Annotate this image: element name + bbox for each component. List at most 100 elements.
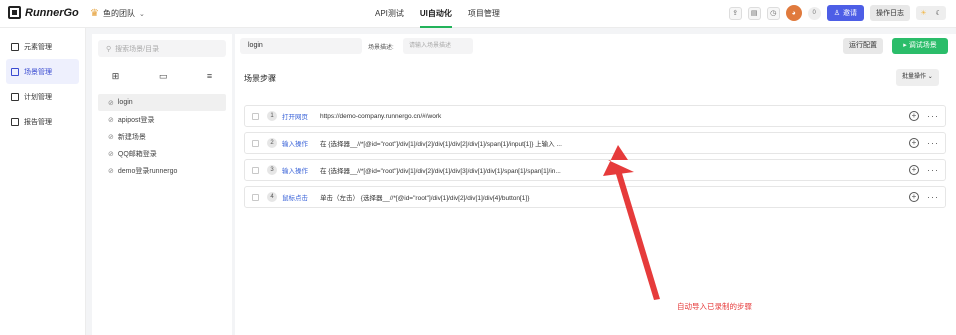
main-nav: API测试 UI自动化 项目管理 (375, 0, 500, 28)
search-icon: ⚲ (106, 45, 112, 53)
filter-icon[interactable]: ≡ (207, 71, 212, 82)
sidebar-item-scenes[interactable]: 场景管理 (6, 59, 79, 84)
play-icon: ▸ (903, 42, 907, 49)
tree-item-label: demo登录runnergo (117, 167, 178, 175)
grid-icon (11, 42, 19, 51)
add-folder-icon[interactable]: ▭ (159, 71, 168, 82)
scene-name-input[interactable]: login (240, 38, 362, 54)
operation-log-button[interactable]: 操作日志 (870, 5, 910, 21)
logo-text: RunnerGo (25, 6, 79, 19)
nav-ui-automation[interactable]: UI自动化 (419, 0, 452, 28)
table-row[interactable]: 4 鼠标点击 单击（左击） {选择器__//*[@id="root"]/div[… (244, 186, 946, 208)
sidebar-item-label: 元素管理 (24, 43, 52, 51)
more-icon[interactable]: ··· (927, 166, 939, 175)
header-actions: ⇪ ▤ ◷ ◕ 0 ♙ 邀请 操作日志 ☀ ☾ (728, 5, 946, 21)
link-icon: ⊘ (108, 116, 114, 124)
step-type[interactable]: 输入操作 (282, 165, 315, 175)
add-scene-icon[interactable]: ⊞ (112, 71, 120, 82)
sidebar: 元素管理 场景管理 计划管理 报告管理 (0, 28, 86, 335)
step-list: 1 打开网页 https://demo-company.runnergo.cn/… (244, 105, 946, 213)
table-row[interactable]: 1 打开网页 https://demo-company.runnergo.cn/… (244, 105, 946, 127)
list-item[interactable]: ⊘ demo登录runnergo (98, 162, 226, 179)
crown-icon: ♛ (90, 8, 99, 19)
logo[interactable]: RunnerGo (8, 6, 79, 19)
moon-icon[interactable]: ☾ (935, 9, 941, 17)
add-step-icon[interactable]: + (909, 165, 919, 175)
sidebar-item-label: 场景管理 (24, 68, 52, 76)
step-detail: https://demo-company.runnergo.cn/#/work (320, 112, 442, 120)
step-number: 3 (267, 165, 277, 175)
add-step-icon[interactable]: + (909, 111, 919, 121)
sidebar-item-label: 报告管理 (24, 118, 52, 126)
link-icon: ⊘ (108, 133, 114, 141)
step-actions: + ··· (909, 192, 939, 202)
link-icon: ⊘ (108, 167, 114, 175)
sidebar-item-reports[interactable]: 报告管理 (0, 109, 85, 134)
step-checkbox[interactable] (252, 166, 259, 174)
step-detail: 在 {选择器__//*[@id="root"]/div[1]/div[2]/di… (320, 141, 562, 148)
step-type[interactable]: 鼠标点击 (282, 192, 315, 202)
step-type[interactable]: 打开网页 (282, 111, 315, 121)
team-selector[interactable]: ♛ 鱼的团队 ⌄ (90, 8, 145, 19)
clock-icon[interactable]: ◷ (766, 6, 780, 20)
sidebar-item-plans[interactable]: 计划管理 (0, 84, 85, 109)
user-plus-icon: ♙ (833, 10, 840, 17)
step-checkbox[interactable] (252, 112, 259, 120)
more-icon[interactable]: ··· (927, 139, 939, 148)
step-number: 2 (267, 138, 277, 148)
more-icon[interactable]: ··· (927, 112, 939, 121)
description-input[interactable]: 请输入场景描述 (403, 38, 473, 54)
share-icon[interactable]: ⇪ (728, 6, 742, 20)
step-actions: + ··· (909, 138, 939, 148)
list-item[interactable]: ⊘ login (98, 94, 226, 111)
list-item[interactable]: ⊘ apipost登录 (98, 111, 226, 128)
table-row[interactable]: 3 输入操作 在 {选择器__//*[@id="root"]/div[1]/di… (244, 159, 946, 181)
run-config-button[interactable]: 运行配置 (843, 38, 883, 54)
team-name: 鱼的团队 (102, 9, 135, 18)
tree-item-label: QQ邮箱登录 (117, 150, 157, 158)
debug-label: 调试场景 (908, 42, 937, 49)
logo-icon (8, 6, 21, 19)
scene-tree: ⊘ login ⊘ apipost登录 ⊘ 新建场景 ⊘ QQ邮箱登录 ⊘ de… (92, 94, 232, 179)
count-badge: 0 (807, 6, 821, 20)
list-item[interactable]: ⊘ 新建场景 (98, 128, 226, 145)
section-title: 场景步骤 (244, 74, 276, 83)
step-detail: 单击（左击） {选择器__//*[@id="root"]/div[1]/div[… (320, 195, 530, 202)
search-placeholder: 搜索场景/目录 (115, 45, 160, 53)
nav-api-test[interactable]: API测试 (375, 0, 404, 28)
list-icon[interactable]: ▤ (747, 6, 761, 20)
chevron-down-icon: ⌄ (138, 10, 145, 18)
search-input[interactable]: ⚲ 搜索场景/目录 (98, 40, 226, 57)
step-type[interactable]: 输入操作 (282, 138, 315, 148)
add-step-icon[interactable]: + (909, 192, 919, 202)
more-icon[interactable]: ··· (927, 193, 939, 202)
invite-button[interactable]: ♙ 邀请 (826, 5, 864, 21)
table-row[interactable]: 2 输入操作 在 {选择器__//*[@id="root"]/div[1]/di… (244, 132, 946, 154)
list-item[interactable]: ⊘ QQ邮箱登录 (98, 145, 226, 162)
sidebar-item-elements[interactable]: 元素管理 (0, 34, 85, 59)
link-icon: ⊘ (108, 150, 114, 158)
link-icon: ⊘ (108, 99, 114, 107)
avatar[interactable]: ◕ (785, 5, 802, 21)
step-checkbox[interactable] (252, 193, 259, 201)
calendar-icon (11, 92, 19, 101)
step-checkbox[interactable] (252, 139, 259, 147)
scene-editor: login 场景描述: 请输入场景描述 运行配置 ▸ 调试场景 场景步骤 批量操… (235, 34, 956, 335)
tree-item-label: login (117, 99, 133, 106)
sun-icon[interactable]: ☀ (920, 9, 926, 17)
theme-toggle[interactable]: ☀ ☾ (916, 6, 946, 20)
step-number: 1 (267, 111, 277, 121)
scene-tree-panel: ⚲ 搜索场景/目录 ⊞ ▭ ≡ ⊘ login ⊘ apipost登录 ⊘ 新建… (92, 34, 232, 335)
step-actions: + ··· (909, 165, 939, 175)
chevron-down-icon: ⌄ (927, 74, 933, 80)
batch-operations-button[interactable]: 批量操作 ⌄ (896, 69, 939, 86)
batch-label: 批量操作 (902, 74, 927, 80)
add-step-icon[interactable]: + (909, 138, 919, 148)
invite-label: 邀请 (843, 10, 857, 17)
debug-scene-button[interactable]: ▸ 调试场景 (892, 38, 948, 54)
report-icon (11, 117, 19, 126)
nav-project-management[interactable]: 项目管理 (468, 0, 500, 28)
annotation-text: 自动导入已录制的步骤 (677, 302, 752, 311)
top-bar: RunnerGo ♛ 鱼的团队 ⌄ API测试 UI自动化 项目管理 ⇪ ▤ ◷… (0, 0, 956, 28)
tree-item-label: 新建场景 (117, 133, 146, 141)
